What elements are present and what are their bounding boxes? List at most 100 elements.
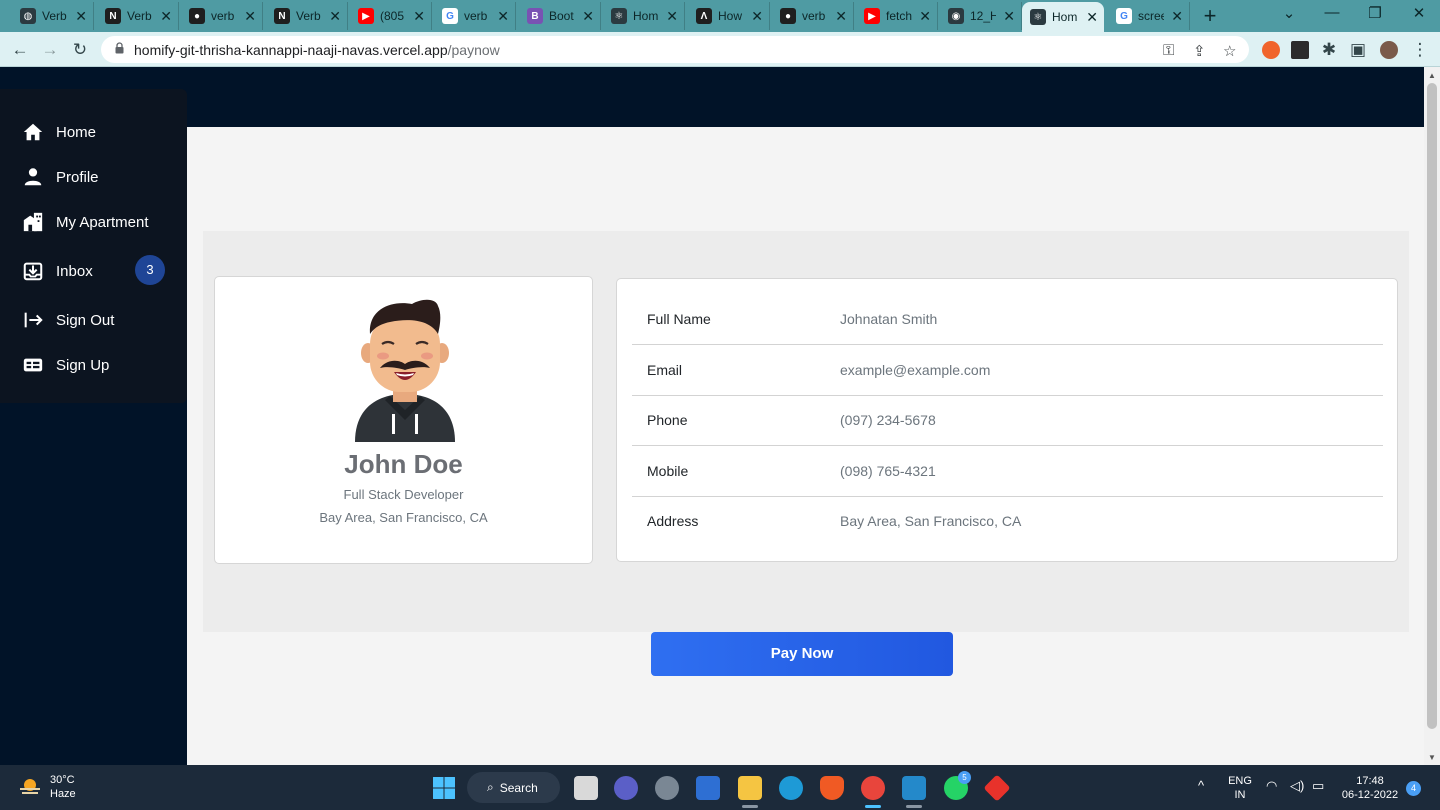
window-close-icon[interactable]: ✕	[1404, 4, 1434, 22]
page-scrollbar[interactable]: ▲ ▼	[1424, 67, 1440, 765]
close-icon[interactable]: ✕	[413, 8, 425, 25]
brave-icon[interactable]	[820, 776, 844, 800]
clock[interactable]: 17:48 06-12-2022	[1339, 774, 1401, 802]
browser-tab[interactable]: ◉ 12_H ✕	[940, 2, 1022, 30]
puzzle-icon[interactable]: ✱	[1317, 38, 1341, 62]
tab-label: (805	[380, 9, 405, 23]
browser-tab-active[interactable]: ⚛ Hom ✕	[1022, 2, 1104, 32]
search-icon: ⌕	[487, 780, 494, 794]
tab-label: Verb	[42, 9, 67, 23]
chrome-icon: ◉	[948, 8, 964, 24]
browser-tab[interactable]: N Verb ✕	[266, 2, 348, 30]
youtube-icon: ▶	[864, 8, 880, 24]
close-icon[interactable]: ✕	[497, 8, 509, 25]
avatar[interactable]	[1380, 41, 1398, 59]
detail-row-address: Address Bay Area, San Francisco, CA	[632, 497, 1383, 547]
browser-tab[interactable]: N Verb ✕	[97, 2, 179, 30]
store-icon[interactable]	[696, 776, 720, 800]
menu-icon[interactable]: ⋮	[1408, 38, 1432, 62]
browser-tab-strip: ◍ Verb ✕ N Verb ✕ ● verb ✕ N Verb ✕ ▶ (8…	[0, 0, 1440, 32]
file-explorer-icon[interactable]	[738, 776, 762, 800]
extension-icon[interactable]	[1262, 41, 1280, 59]
new-tab-button[interactable]: +	[1198, 5, 1222, 27]
vscode-icon[interactable]	[902, 776, 926, 800]
sidebar-item-sign-out[interactable]: Sign Out	[22, 308, 114, 332]
pay-now-button[interactable]: Pay Now	[651, 632, 953, 676]
forward-icon[interactable]: →	[38, 38, 62, 62]
browser-tab[interactable]: ◍ Verb ✕	[12, 2, 94, 30]
sidebar-item-sign-up[interactable]: Sign Up	[22, 353, 109, 377]
extension-icon[interactable]	[1291, 41, 1309, 59]
teams-chat-icon[interactable]	[614, 776, 638, 800]
bookmark-star-icon[interactable]: ☆	[1223, 42, 1236, 60]
browser-tab[interactable]: B Boot ✕	[519, 2, 601, 30]
detail-label: Email	[647, 362, 683, 378]
close-icon[interactable]: ✕	[1003, 8, 1015, 25]
browser-tab[interactable]: G verb ✕	[434, 2, 516, 30]
url-text: homify-git-thrisha-kannappi-naaji-navas.…	[134, 42, 500, 58]
user-icon	[24, 168, 42, 186]
tab-search-icon[interactable]: ⌄	[1274, 4, 1304, 22]
browser-tab[interactable]: ⚛ Hom ✕	[603, 2, 685, 30]
git-icon[interactable]	[983, 774, 1011, 802]
volume-icon[interactable]: ◁)	[1290, 779, 1304, 793]
close-icon[interactable]: ✕	[751, 8, 763, 25]
notion-icon: N	[105, 8, 121, 24]
close-icon[interactable]: ✕	[919, 8, 931, 25]
profile-section: John Doe Full Stack Developer Bay Area, …	[203, 231, 1409, 632]
weather-widget[interactable]: 30°C Haze	[18, 773, 76, 801]
google-icon: G	[442, 8, 458, 24]
close-icon[interactable]: ✕	[582, 8, 594, 25]
sidebar-item-label: Profile	[56, 168, 99, 186]
browser-tab[interactable]: G scree ✕	[1108, 2, 1190, 30]
close-icon[interactable]: ✕	[666, 8, 678, 25]
task-view-icon[interactable]	[574, 776, 598, 800]
sidebar-item-my-apartment[interactable]: My Apartment	[22, 210, 149, 234]
inbox-count-badge: 3	[135, 255, 165, 285]
detail-label: Address	[647, 513, 699, 529]
battery-icon[interactable]: ▭	[1312, 779, 1324, 793]
browser-tab[interactable]: ▶ fetch ✕	[856, 2, 938, 30]
minimize-icon[interactable]: —	[1317, 4, 1347, 21]
scrollbar-thumb[interactable]	[1427, 83, 1437, 729]
windows-start-icon[interactable]	[432, 776, 456, 800]
restore-icon[interactable]: ❐	[1360, 4, 1390, 22]
close-icon[interactable]: ✕	[244, 8, 256, 25]
detail-value: example@example.com	[840, 362, 991, 378]
sidebar-item-home[interactable]: Home	[22, 120, 96, 144]
address-bar[interactable]: homify-git-thrisha-kannappi-naaji-navas.…	[101, 36, 1249, 63]
detail-label: Full Name	[647, 311, 711, 327]
browser-tab[interactable]: ● verb ✕	[181, 2, 263, 30]
browser-tab[interactable]: Λ How ✕	[688, 2, 770, 30]
tab-label: Hom	[633, 9, 659, 23]
close-icon[interactable]: ✕	[1086, 9, 1098, 26]
language-indicator[interactable]: ENG IN	[1226, 774, 1254, 802]
close-icon[interactable]: ✕	[835, 8, 847, 25]
chrome-icon[interactable]	[861, 776, 885, 800]
browser-tab[interactable]: ▶ (805 ✕	[350, 2, 432, 30]
close-icon[interactable]: ✕	[329, 8, 341, 25]
browser-tab[interactable]: ● verb ✕	[772, 2, 854, 30]
back-icon[interactable]: ←	[8, 38, 32, 62]
sidebar-item-profile[interactable]: Profile	[22, 165, 99, 189]
chevron-up-icon[interactable]: ^	[1198, 779, 1204, 793]
key-icon[interactable]: ⚿	[1163, 42, 1174, 59]
taskbar-search[interactable]: ⌕ Search	[467, 772, 560, 803]
close-icon[interactable]: ✕	[160, 8, 172, 25]
settings-icon[interactable]	[655, 776, 679, 800]
details-card: Full Name Johnatan Smith Email example@e…	[616, 278, 1398, 562]
wifi-icon[interactable]: ◠	[1266, 779, 1277, 793]
reload-icon[interactable]: ↻	[68, 38, 92, 62]
haze-icon	[20, 779, 40, 794]
close-icon[interactable]: ✕	[1171, 8, 1183, 25]
sidebar-item-inbox[interactable]: Inbox	[22, 259, 93, 283]
edge-icon[interactable]	[779, 776, 803, 800]
scroll-up-icon[interactable]: ▲	[1428, 71, 1436, 80]
scroll-down-icon[interactable]: ▼	[1428, 753, 1436, 762]
close-icon[interactable]: ✕	[75, 8, 87, 25]
sidebar: Home Profile My Apartment Inbox 3 Sign O…	[0, 89, 187, 403]
side-panel-icon[interactable]: ▣	[1346, 38, 1370, 62]
share-icon[interactable]: ⇪	[1193, 42, 1206, 60]
notification-badge[interactable]: 4	[1406, 781, 1421, 796]
tab-label: scree	[1138, 9, 1164, 23]
